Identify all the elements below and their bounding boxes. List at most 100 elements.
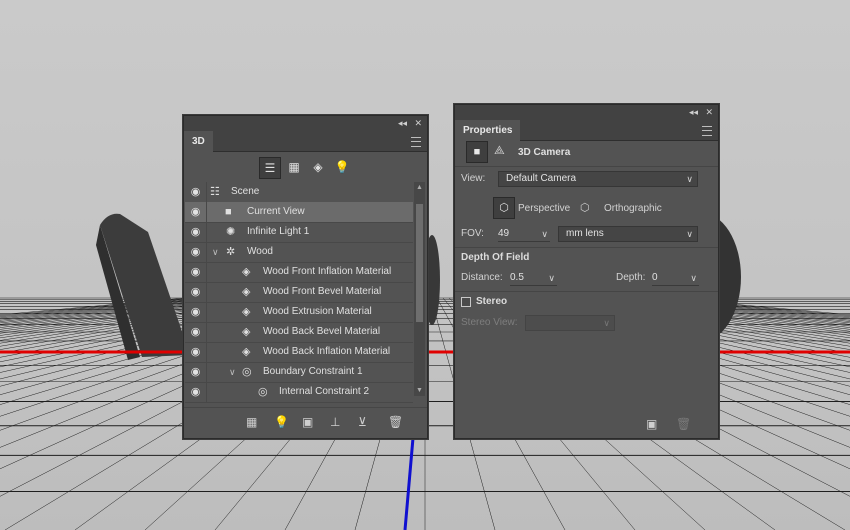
tree-row-boundary-constraint[interactable]: ◉ ∨ ◎ Boundary Constraint 1 [185,362,413,383]
depth-label: Depth: [616,272,646,283]
fov-field[interactable]: 49 ∨ [498,226,550,242]
tree-row-internal-constraint[interactable]: ◉ ◎ Internal Constraint 2 [185,382,413,403]
eye-icon[interactable]: ◉ [185,222,207,242]
material-filter-icon[interactable]: ◈ [308,157,328,177]
render-icon[interactable]: ▣ [646,417,657,431]
eye-icon[interactable]: ◉ [185,322,207,342]
eye-icon[interactable]: ◉ [185,202,207,222]
tree-row-material[interactable]: ◉ ◈ Wood Back Bevel Material [185,322,413,343]
tree-scrollbar[interactable]: ▲ ▼ [414,182,425,396]
scroll-down-icon[interactable]: ▼ [414,387,425,394]
add-constraint-icon[interactable]: ⊻ [358,415,367,429]
view-value: Default Camera [506,173,577,184]
row-label: Infinite Light 1 [247,226,310,237]
row-label: Wood Front Inflation Material [263,266,392,277]
chevron-down-icon: ∨ [603,318,610,328]
stereo-checkbox[interactable] [461,297,471,307]
stereo-view-dropdown: ∨ [525,315,615,331]
row-label: Boundary Constraint 1 [263,366,363,377]
panel-menu-icon[interactable] [702,126,712,136]
tree-row-wood[interactable]: ◉ ∨ ✲ Wood [185,242,413,263]
eye-icon[interactable]: ◉ [185,262,207,282]
chevron-down-icon: ∨ [686,174,693,184]
stereo-view-label: Stereo View: [461,317,518,328]
properties-titlebar[interactable]: ◂◂ ✕ [455,105,718,120]
perspective-label[interactable]: Perspective [518,201,570,217]
close-icon[interactable]: ✕ [705,106,713,118]
depth-field[interactable]: 0 ∨ [652,270,699,286]
ground-plane-icon[interactable]: ⊥ [330,415,340,429]
eye-icon[interactable]: ◉ [185,342,207,362]
material-icon: ◈ [242,326,251,338]
stereo-label[interactable]: Stereo [476,296,507,307]
eye-icon[interactable]: ◉ [185,242,207,262]
chevron-down-icon: ∨ [690,273,697,283]
delete-icon[interactable]: 🗑 [676,417,691,431]
eye-icon[interactable]: ◉ [185,382,207,402]
dof-section-title: Depth Of Field [461,252,530,263]
eye-icon[interactable]: ◉ [185,302,207,322]
panel-3d: ◂◂ ✕ 3D ☰ ▦ ◈ 💡 ◉ ☷ Scene ◉ ■ Current Vi… [183,115,428,439]
chevron-down-icon: ∨ [548,273,555,283]
chevron-down-icon[interactable]: ∨ [212,242,219,262]
row-label: Wood Back Bevel Material [263,326,381,337]
scene-filter-icon[interactable]: ☰ [259,157,281,179]
material-icon: ◈ [242,266,251,278]
eye-icon[interactable]: ◉ [185,282,207,302]
chevron-down-icon: ∨ [541,229,548,239]
light-filter-icon[interactable]: 💡 [332,157,352,177]
tree-row-material[interactable]: ◉ ◈ Wood Extrusion Material [185,302,413,323]
add-light-icon[interactable]: 💡 [274,415,289,429]
collapse-icon[interactable]: ◂◂ [689,106,698,118]
perspective-icon[interactable]: ⬡ [493,197,515,219]
depth-value: 0 [652,272,658,283]
orthographic-label[interactable]: Orthographic [604,201,662,217]
coordinates-icon[interactable]: ⟁ [494,143,505,158]
distance-field[interactable]: 0.5 ∨ [510,270,557,286]
camera-type-icon[interactable]: ■ [466,141,488,163]
row-label: Scene [231,186,260,197]
row-label: Wood [247,246,273,257]
row-label: Internal Constraint 2 [279,386,370,397]
row-label: Wood Extrusion Material [263,306,372,317]
panel-3d-footer: ▦ 💡 ▣ ⊥ ⊻ 🗑 [184,407,427,438]
panel-3d-titlebar[interactable]: ◂◂ ✕ [184,116,427,131]
chevron-down-icon: ∨ [686,229,693,239]
render-icon[interactable]: ▣ [302,415,313,429]
tree-row-scene[interactable]: ◉ ☷ Scene [185,182,413,203]
photoshop-3d-viewport: ◂◂ ✕ 3D ☰ ▦ ◈ 💡 ◉ ☷ Scene ◉ ■ Current Vi… [0,0,850,530]
view-dropdown[interactable]: Default Camera ∨ [498,171,698,187]
add-mesh-icon[interactable]: ▦ [246,415,257,429]
fov-unit-dropdown[interactable]: mm lens ∨ [558,226,698,242]
row-label: Wood Back Inflation Material [263,346,391,357]
tree-row-material[interactable]: ◉ ◈ Wood Back Inflation Material [185,342,413,363]
row-label: Current View [247,206,305,217]
tab-properties[interactable]: Properties [455,120,521,141]
properties-title: 3D Camera [518,147,571,158]
panel-menu-icon[interactable] [411,137,421,147]
delete-icon[interactable]: 🗑 [388,415,403,429]
distance-label: Distance: [461,272,503,283]
eye-icon[interactable]: ◉ [185,182,207,202]
close-icon[interactable]: ✕ [414,117,422,129]
tab-3d[interactable]: 3D [184,131,213,152]
tree-row-infinite-light[interactable]: ◉ ✺ Infinite Light 1 [185,222,413,243]
material-icon: ◈ [242,346,251,358]
panel-properties: ◂◂ ✕ Properties ■ ⟁ 3D Camera View: Defa… [454,104,719,439]
tree-row-current-view[interactable]: ◉ ■ Current View [185,202,413,223]
tree-row-material[interactable]: ◉ ◈ Wood Front Inflation Material [185,262,413,283]
mesh-icon: ✲ [226,246,236,258]
scene-icon: ☷ [210,186,220,198]
chevron-down-icon[interactable]: ∨ [229,362,236,382]
eye-icon[interactable]: ◉ [185,362,207,382]
row-label: Wood Front Bevel Material [263,286,382,297]
orthographic-icon[interactable]: ⬡ [580,201,590,214]
material-icon: ◈ [242,306,251,318]
tree-row-material[interactable]: ◉ ◈ Wood Front Bevel Material [185,282,413,303]
scroll-thumb[interactable] [416,204,423,322]
camera-icon: ■ [225,206,232,218]
mesh-filter-icon[interactable]: ▦ [284,157,304,177]
scroll-up-icon[interactable]: ▲ [414,184,425,191]
collapse-icon[interactable]: ◂◂ [398,117,407,129]
properties-footer: ▣ 🗑 [455,410,718,438]
